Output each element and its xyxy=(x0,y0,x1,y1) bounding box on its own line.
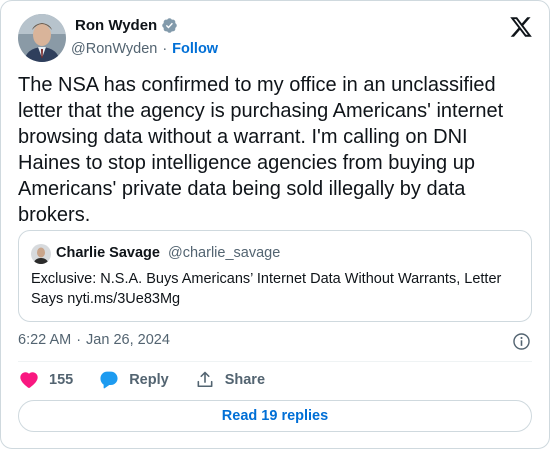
reply-button[interactable]: Reply xyxy=(99,370,169,390)
author-handle-row: @RonWyden · Follow xyxy=(71,41,218,57)
author-avatar[interactable] xyxy=(18,14,66,62)
like-button[interactable]: 155 xyxy=(19,370,73,390)
like-count: 155 xyxy=(49,372,74,388)
share-label: Share xyxy=(224,372,266,388)
x-logo-icon[interactable] xyxy=(509,15,533,39)
tweet-card: Ron Wyden @RonWyden · Follow The NSA has… xyxy=(0,0,550,449)
action-bar: 155 Reply Share xyxy=(19,370,265,390)
reply-label: Reply xyxy=(129,372,169,388)
quoted-author-avatar xyxy=(31,244,51,264)
read-replies-button[interactable]: Read 19 replies xyxy=(18,400,532,432)
author-name-row: Ron Wyden xyxy=(75,17,178,34)
author-handle[interactable]: @RonWyden xyxy=(71,41,157,57)
info-icon[interactable] xyxy=(512,332,531,351)
verified-badge-icon xyxy=(162,18,177,33)
quoted-author-line: Charlie Savage @charlie_savage xyxy=(56,245,280,261)
author-name[interactable]: Ron Wyden xyxy=(75,17,157,34)
heart-icon xyxy=(20,372,38,388)
share-icon xyxy=(197,371,213,388)
quoted-author-handle: @charlie_savage xyxy=(168,245,281,261)
quoted-tweet-text: Exclusive: N.S.A. Buys Americans’ Intern… xyxy=(31,271,502,307)
tweet-text: The NSA has confirmed to my office in an… xyxy=(18,74,504,226)
tweet-date: Jan 26, 2024 xyxy=(86,332,170,348)
divider xyxy=(18,361,532,362)
handle-separator: · xyxy=(162,41,168,57)
share-button[interactable]: Share xyxy=(195,370,265,390)
quoted-author-name: Charlie Savage xyxy=(56,245,160,261)
tweet-timestamp[interactable]: 6:22 AM · Jan 26, 2024 xyxy=(18,332,170,348)
tweet-time: 6:22 AM xyxy=(18,332,72,348)
speech-bubble-icon xyxy=(100,371,118,389)
quoted-tweet[interactable]: Charlie Savage @charlie_savage Exclusive… xyxy=(18,230,532,322)
timestamp-separator: · xyxy=(76,332,82,348)
follow-button[interactable]: Follow xyxy=(172,41,218,57)
